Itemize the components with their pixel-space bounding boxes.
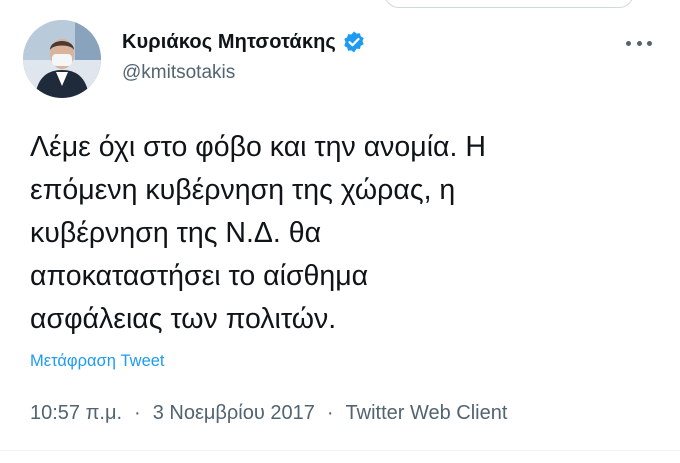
tweet-text: Λέμε όχι στο φόβο και την ανομία. Η επόμ… bbox=[30, 131, 486, 335]
author-name[interactable]: Κυριάκος Μητσοτάκης bbox=[122, 31, 336, 54]
more-dot bbox=[626, 40, 631, 46]
more-dot bbox=[647, 40, 652, 46]
tweet-metadata: 10:57 π.μ. · 3 Νοεμβρίου 2017 · Twitter … bbox=[30, 402, 507, 425]
tweet-date[interactable]: 3 Νοεμβρίου 2017 bbox=[153, 402, 315, 425]
divider bbox=[0, 450, 680, 451]
tweet-time[interactable]: 10:57 π.μ. bbox=[30, 402, 122, 425]
verified-badge-icon bbox=[344, 31, 364, 53]
top-strip bbox=[0, 0, 680, 8]
separator-dot: · bbox=[134, 402, 141, 424]
more-options-icon[interactable] bbox=[626, 38, 652, 48]
tweet-client[interactable]: Twitter Web Client bbox=[346, 402, 508, 425]
avatar-image bbox=[23, 20, 101, 98]
more-dot bbox=[636, 40, 642, 46]
avatar[interactable] bbox=[23, 20, 101, 98]
follow-pill[interactable] bbox=[384, 0, 634, 8]
separator-dot: · bbox=[326, 402, 334, 424]
translate-tweet-link[interactable]: Μετάφραση Tweet bbox=[30, 352, 165, 371]
author-handle[interactable]: @kmitsotakis bbox=[122, 62, 235, 84]
author-row: Κυριάκος Μητσοτάκης bbox=[122, 30, 366, 54]
